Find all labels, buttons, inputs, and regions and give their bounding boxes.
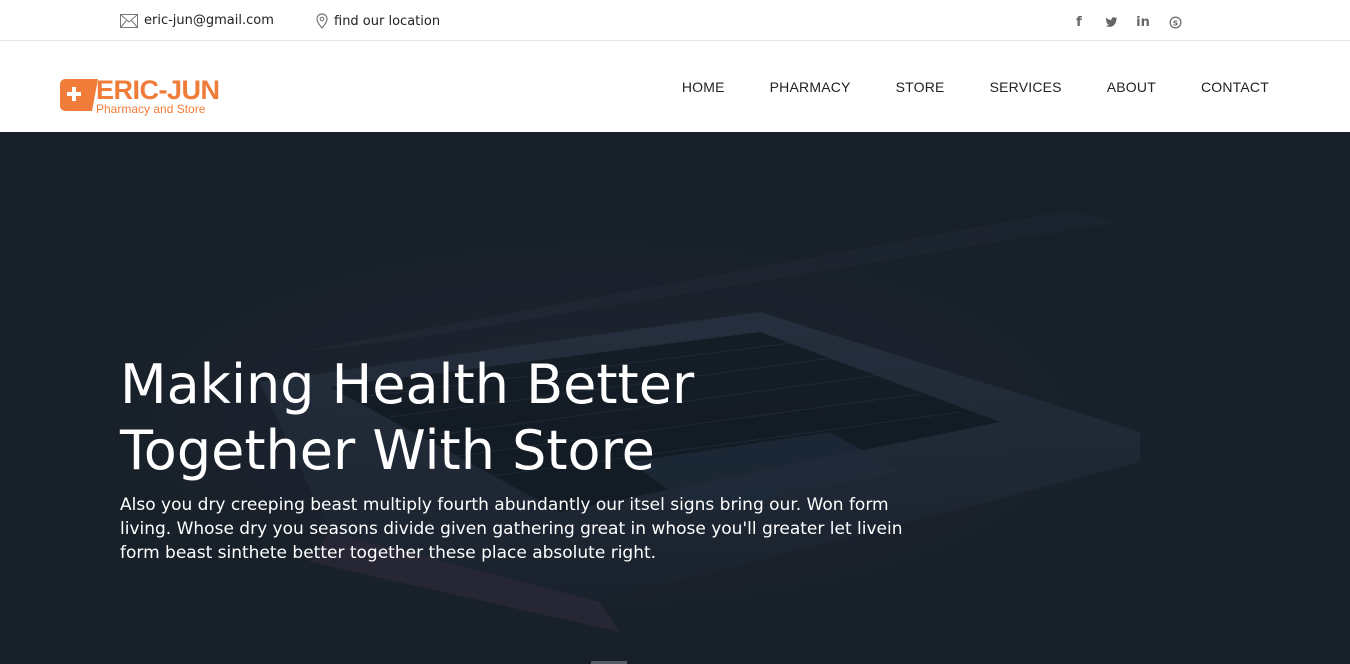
main-header: ERIC-JUN Pharmacy and Store HOME PHARMAC… xyxy=(0,41,1350,132)
logo-tagline: Pharmacy and Store xyxy=(96,102,206,116)
twitter-icon[interactable] xyxy=(1102,13,1120,31)
logo[interactable]: ERIC-JUN Pharmacy and Store xyxy=(60,75,220,115)
nav-contact[interactable]: CONTACT xyxy=(1201,79,1269,95)
logo-text: ERIC-JUN Pharmacy and Store xyxy=(96,75,220,116)
nav-services[interactable]: SERVICES xyxy=(990,79,1062,95)
nav-pharmacy[interactable]: PHARMACY xyxy=(770,79,851,95)
location-contact[interactable]: find our location xyxy=(316,13,440,29)
email-text: eric-jun@gmail.com xyxy=(144,13,274,28)
top-bar: eric-jun@gmail.com find our location f i… xyxy=(0,0,1350,41)
cross-icon xyxy=(60,75,98,115)
svg-text:S: S xyxy=(1172,18,1177,27)
hero-title: Making Health Better Together With Store xyxy=(120,352,880,484)
facebook-icon[interactable]: f xyxy=(1070,13,1088,31)
mail-icon xyxy=(120,13,138,28)
linkedin-icon[interactable]: in xyxy=(1134,13,1152,31)
location-text: find our location xyxy=(334,13,441,29)
hero-title-line1: Making Health Better xyxy=(120,353,695,416)
logo-name: ERIC-JUN xyxy=(96,75,220,105)
social-links: f in S xyxy=(1070,13,1184,31)
hero-description: Also you dry creeping beast multiply fou… xyxy=(120,495,903,563)
main-nav: HOME PHARMACY STORE SERVICES ABOUT CONTA… xyxy=(637,41,1269,132)
hero-banner: Making Health Better Together With Store… xyxy=(0,132,1350,664)
nav-store[interactable]: STORE xyxy=(896,79,945,95)
nav-home[interactable]: HOME xyxy=(682,79,725,95)
hero-title-line2: Together With Store xyxy=(120,419,655,482)
map-pin-icon xyxy=(316,13,328,29)
email-contact[interactable]: eric-jun@gmail.com xyxy=(120,13,274,28)
nav-about[interactable]: ABOUT xyxy=(1107,79,1156,95)
skype-icon[interactable]: S xyxy=(1166,13,1184,31)
